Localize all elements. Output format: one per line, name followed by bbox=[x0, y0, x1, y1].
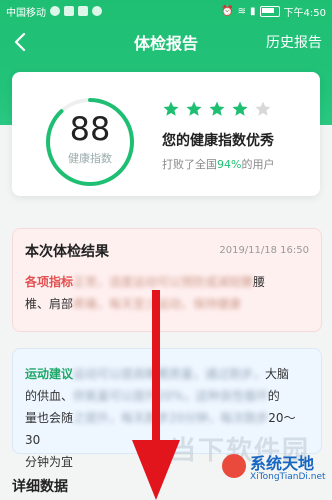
advice-text-part: 大脑 bbox=[265, 367, 290, 381]
beat-prefix: 打败了全国 bbox=[162, 158, 217, 171]
health-score-value: 88 bbox=[69, 110, 111, 148]
clock-time: 下午4:50 bbox=[283, 7, 326, 19]
result-title: 本次体检结果 bbox=[25, 244, 109, 260]
beat-suffix: 的用户 bbox=[241, 158, 275, 171]
result-blurred-text: 疼痛，每天至少运动，保持健康 bbox=[73, 297, 242, 311]
advice-text-part: 分钟为宜 bbox=[25, 455, 74, 469]
notification-icon bbox=[50, 6, 60, 16]
chevron-left-icon bbox=[14, 33, 26, 51]
advice-blurred-text: 运动可以提高睡眠质量，通过跑步， bbox=[73, 367, 266, 381]
result-text: 椎、肩部 bbox=[25, 297, 74, 311]
star-filled-icon bbox=[232, 101, 248, 116]
advice-label: 运动建议 bbox=[25, 367, 74, 381]
beat-percentage-text: 打败了全国94%的用户 bbox=[162, 156, 274, 172]
watermark-url: XiTongTianDi.net bbox=[250, 472, 326, 482]
star-filled-icon bbox=[209, 101, 225, 116]
rating-stars bbox=[162, 100, 272, 118]
rating-text: 您的健康指数优秀 bbox=[162, 133, 274, 149]
status-bar: 中国移动 ⏰ ≋ ▮ 下午4:50 bbox=[0, 0, 332, 22]
wifi-icon: ≋ bbox=[237, 5, 247, 17]
health-score-card: 88 健康指数 您的健康指数优秀 打败了全国94%的用户 bbox=[12, 72, 320, 196]
back-button[interactable] bbox=[10, 32, 30, 52]
exam-result-card[interactable]: 本次体检结果 2019/11/18 16:50 各项指标正常，适度运动可以预防或… bbox=[12, 228, 322, 332]
signal-icon: ▮ bbox=[250, 5, 256, 17]
app-icon bbox=[78, 6, 88, 16]
star-empty-icon bbox=[255, 101, 271, 116]
carrier-label: 中国移动 bbox=[6, 7, 46, 19]
advice-text-part: 的 bbox=[267, 389, 280, 403]
app-icon bbox=[64, 6, 74, 16]
star-filled-icon bbox=[163, 101, 179, 116]
result-summary: 各项指标正常，适度运动可以预防或减轻腰腰 椎、肩部疼痛，每天至少运动，保持健康 bbox=[25, 271, 309, 315]
alarm-icon: ⏰ bbox=[221, 5, 234, 17]
result-highlight: 各项指标 bbox=[25, 275, 74, 289]
advice-blurred-text: 供氧量可以提升20%，这种良性循环 bbox=[73, 389, 268, 403]
advice-blurred-text: 之提升，每天跑步20分钟，每次跑步 bbox=[73, 411, 269, 425]
battery-icon bbox=[259, 5, 280, 17]
result-date: 2019/11/18 16:50 bbox=[219, 245, 309, 256]
nav-bar: 体检报告 历史报告 bbox=[0, 22, 332, 62]
beat-percent: 94% bbox=[217, 158, 242, 171]
advice-text-part: 的供血、 bbox=[25, 389, 74, 403]
health-score-label: 健康指数 bbox=[68, 152, 112, 165]
star-filled-icon bbox=[186, 101, 202, 116]
exercise-advice-card[interactable]: 运动建议运动可以提高睡眠质量，通过跑步，大脑 的供血、供氧量可以提升20%，这种… bbox=[12, 348, 322, 469]
history-report-button[interactable]: 历史报告 bbox=[266, 32, 322, 52]
advice-text: 运动建议运动可以提高睡眠质量，通过跑步，大脑 的供血、供氧量可以提升20%，这种… bbox=[25, 363, 309, 473]
result-text: 腰 bbox=[253, 275, 266, 289]
notification-icon bbox=[92, 6, 102, 16]
result-blurred-text: 正常，适度运动可以预防或减轻腰 bbox=[73, 275, 254, 289]
advice-text-part: 量也会随 bbox=[25, 411, 74, 425]
detail-data-title: 详细数据 bbox=[12, 479, 68, 495]
